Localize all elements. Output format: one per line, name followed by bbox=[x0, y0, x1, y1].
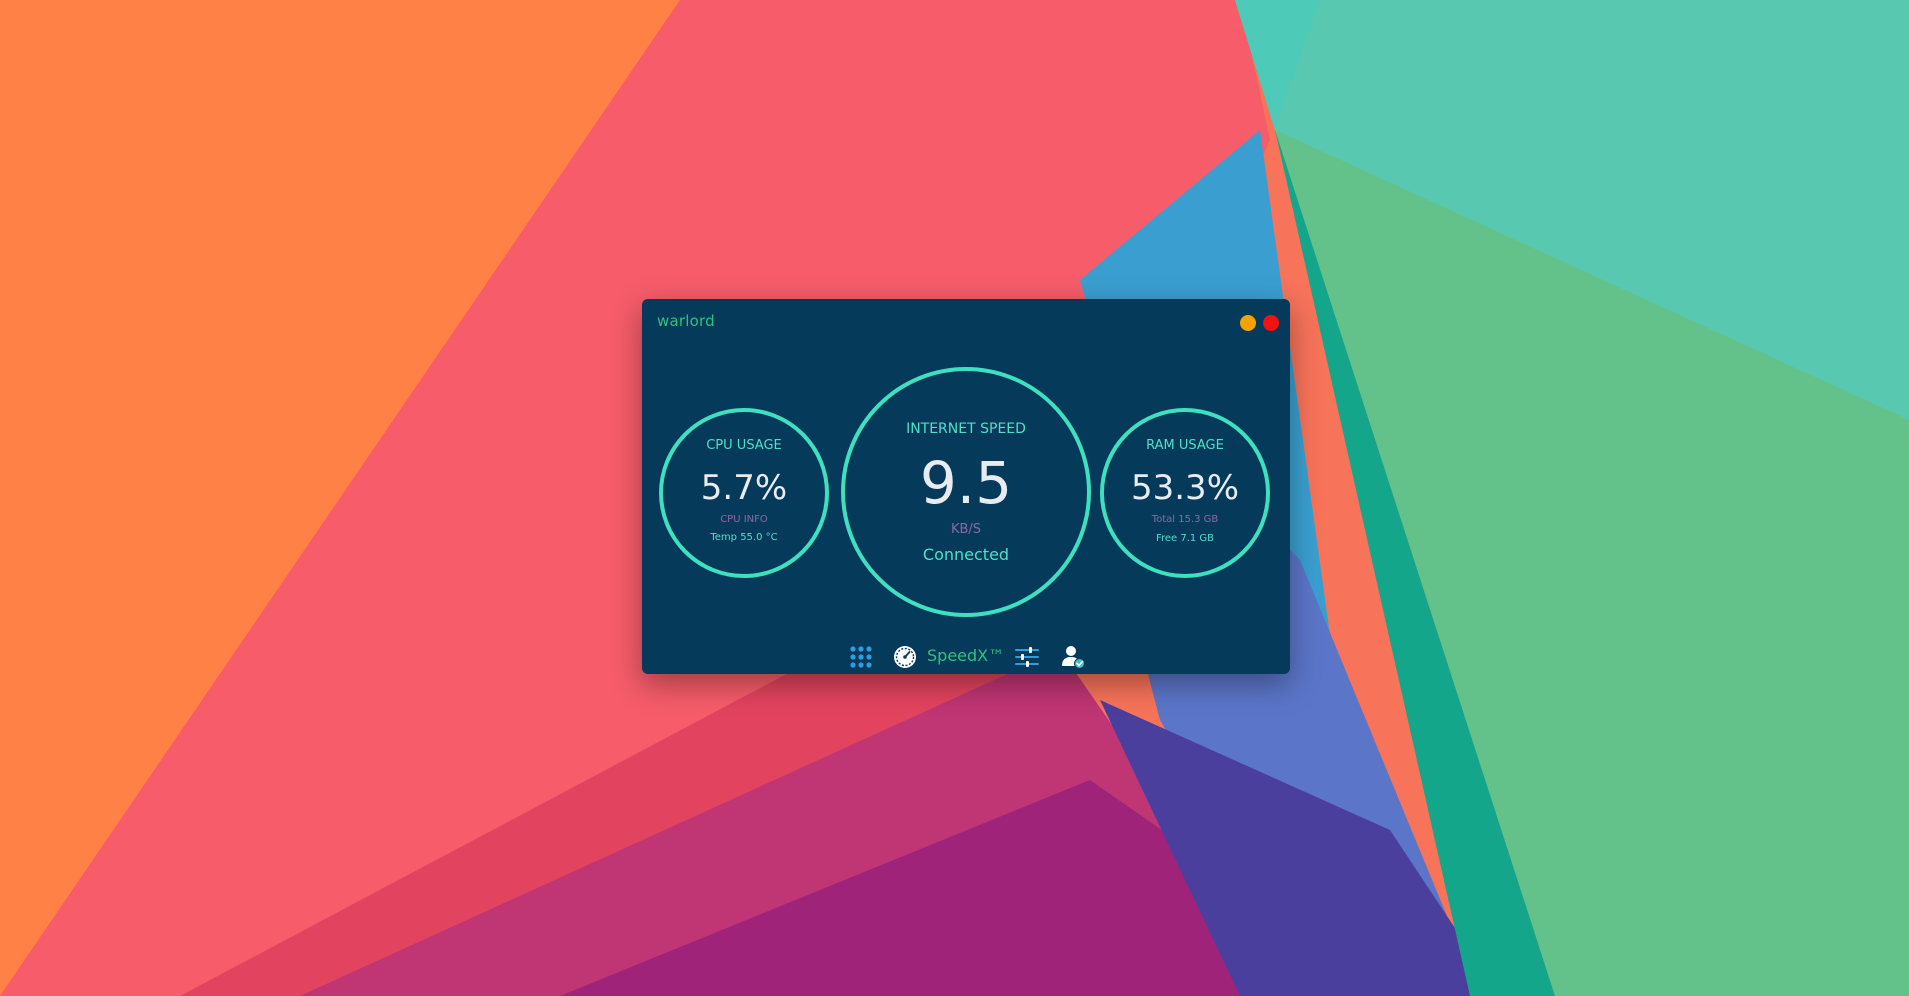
cpu-usage-value: 5.7% bbox=[700, 468, 788, 508]
ram-usage-label: RAM USAGE bbox=[1146, 438, 1224, 453]
internet-speed-unit: KB/S bbox=[950, 522, 982, 537]
speedx-widget-window: warlord CPU USAGE 5.7% CPU INFO Temp 55.… bbox=[642, 299, 1290, 674]
cpu-usage-gauge: CPU USAGE 5.7% CPU INFO Temp 55.0 °C bbox=[659, 408, 829, 578]
cpu-temperature: Temp 55.0 °C bbox=[710, 532, 778, 543]
speedometer-icon[interactable] bbox=[893, 645, 917, 669]
internet-speed-label: INTERNET SPEED bbox=[906, 421, 1026, 437]
settings-sliders-icon[interactable] bbox=[1014, 645, 1040, 669]
desktop: warlord CPU USAGE 5.7% CPU INFO Temp 55.… bbox=[0, 0, 1909, 996]
connection-status: Connected bbox=[922, 545, 1010, 564]
user-verified-icon[interactable] bbox=[1060, 644, 1086, 670]
ram-usage-value: 53.3% bbox=[1130, 468, 1239, 508]
cpu-usage-label: CPU USAGE bbox=[706, 438, 782, 453]
close-button[interactable] bbox=[1263, 315, 1279, 331]
brand-label: SpeedX™ bbox=[927, 646, 1005, 665]
minimize-button[interactable] bbox=[1240, 315, 1256, 331]
cpu-info-label: CPU INFO bbox=[720, 514, 768, 525]
window-title: warlord bbox=[657, 312, 715, 330]
apps-grid-icon[interactable] bbox=[849, 645, 873, 669]
bottom-toolbar: SpeedX™ bbox=[642, 642, 1290, 672]
ram-total: Total 15.3 GB bbox=[1151, 514, 1219, 525]
internet-speed-value: 9.5 bbox=[919, 449, 1013, 517]
internet-speed-gauge: INTERNET SPEED 9.5 KB/S Connected bbox=[841, 367, 1091, 617]
ram-free: Free 7.1 GB bbox=[1155, 533, 1215, 544]
ram-usage-gauge: RAM USAGE 53.3% Total 15.3 GB Free 7.1 G… bbox=[1100, 408, 1270, 578]
